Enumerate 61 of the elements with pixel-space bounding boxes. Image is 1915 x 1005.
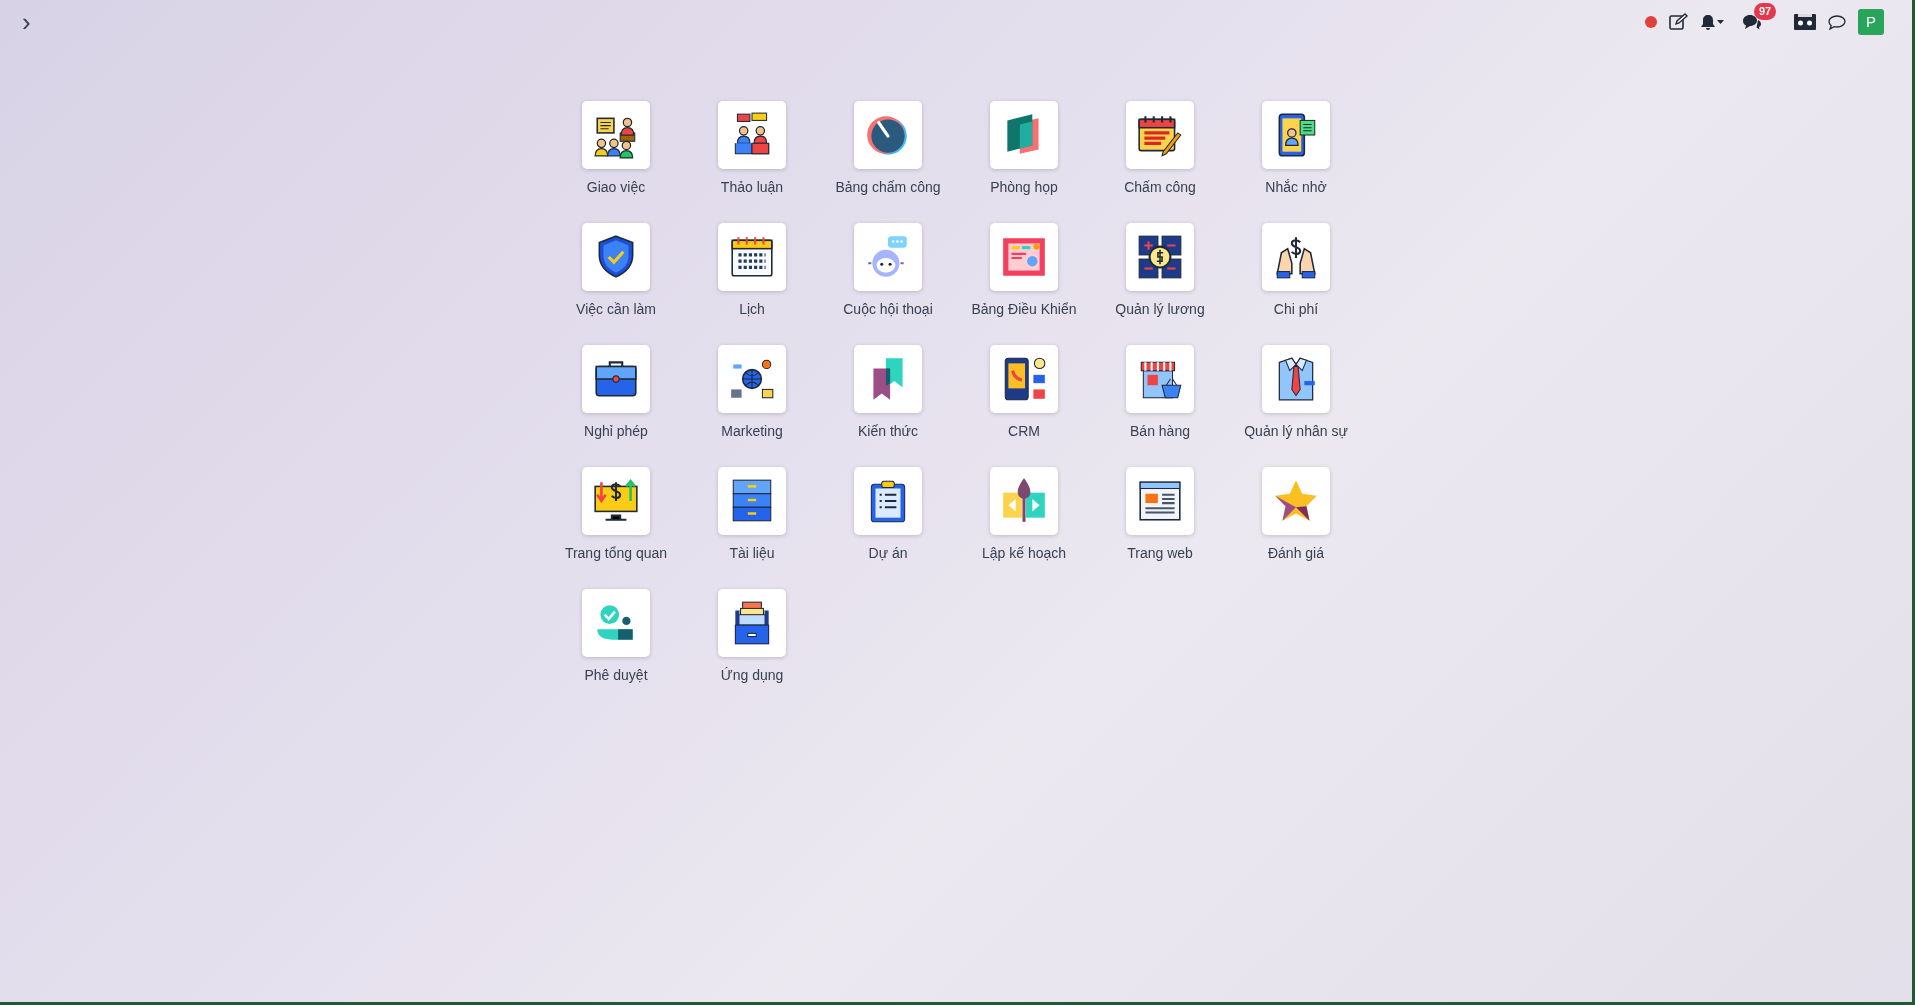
- app-tile[interactable]: [718, 589, 786, 657]
- app-label: Tài liệu: [729, 544, 775, 562]
- app-label: Kiến thức: [858, 422, 918, 440]
- app-label: Phòng họp: [990, 178, 1058, 196]
- sidebar-toggle[interactable]: ›: [18, 9, 35, 35]
- app-tile[interactable]: [582, 467, 650, 535]
- app-tile[interactable]: [990, 223, 1058, 291]
- app-label: Lập kế hoạch: [981, 544, 1067, 562]
- app-tile[interactable]: [582, 223, 650, 291]
- app-label: Chấm công: [1124, 178, 1196, 196]
- app-label: CRM: [1008, 422, 1040, 440]
- app-tile[interactable]: [854, 223, 922, 291]
- app-tile[interactable]: [854, 345, 922, 413]
- app-label: Chi phí: [1273, 300, 1319, 318]
- app-tile[interactable]: [718, 101, 786, 169]
- app-tile[interactable]: [1262, 345, 1330, 413]
- app-label: Bảng Điều Khiển: [971, 300, 1077, 318]
- cassette-icon[interactable]: [1794, 14, 1816, 30]
- app-tile[interactable]: [990, 101, 1058, 169]
- app-label: Đánh giá: [1267, 544, 1324, 562]
- app-label: Nhắc nhở: [1265, 178, 1327, 196]
- bell-menu[interactable]: [1701, 14, 1724, 30]
- app-tile[interactable]: [582, 589, 650, 657]
- app-tile[interactable]: [1126, 101, 1194, 169]
- app-label: Thảo luận: [720, 178, 784, 196]
- app-label: Trang tổng quan: [564, 544, 668, 562]
- app-tile[interactable]: [718, 467, 786, 535]
- app-tile[interactable]: [990, 467, 1058, 535]
- caret-icon: [1717, 20, 1724, 24]
- app-label: Cuộc hội thoại: [843, 300, 933, 318]
- app-tile[interactable]: [1126, 345, 1194, 413]
- app-tile[interactable]: [582, 345, 650, 413]
- app-tile[interactable]: [1126, 467, 1194, 535]
- app-tile[interactable]: [1262, 467, 1330, 535]
- app-label: Nghỉ phép: [584, 422, 648, 440]
- app-tile[interactable]: [718, 345, 786, 413]
- app-label: Quản lý nhân sự: [1244, 422, 1348, 440]
- app-tile[interactable]: [854, 101, 922, 169]
- speech-bubble-icon[interactable]: [1828, 14, 1846, 30]
- bell-icon: [1701, 14, 1715, 30]
- app-tile[interactable]: [582, 101, 650, 169]
- app-label: Marketing: [721, 422, 783, 440]
- chat-icon[interactable]: [1742, 14, 1762, 30]
- edit-icon[interactable]: [1669, 13, 1689, 31]
- app-tile[interactable]: [854, 467, 922, 535]
- app-tile[interactable]: [718, 223, 786, 291]
- app-label: Bán hàng: [1130, 422, 1190, 440]
- app-label: Việc cần làm: [576, 300, 656, 318]
- app-label: Trang web: [1127, 544, 1193, 562]
- app-label: Quản lý lương: [1115, 300, 1205, 318]
- app-label: Bảng chấm công: [835, 178, 941, 196]
- app-tile[interactable]: [1262, 223, 1330, 291]
- app-tile[interactable]: [990, 345, 1058, 413]
- app-label: Phê duyệt: [584, 666, 648, 684]
- app-label: Dự án: [868, 544, 908, 562]
- app-tile[interactable]: [1126, 223, 1194, 291]
- app-tile[interactable]: [1262, 101, 1330, 169]
- notification-badge: 97: [1754, 3, 1777, 20]
- app-label: Lịch: [739, 300, 765, 318]
- app-label: Giao việc: [586, 178, 646, 196]
- app-label: Ứng dụng: [720, 666, 784, 684]
